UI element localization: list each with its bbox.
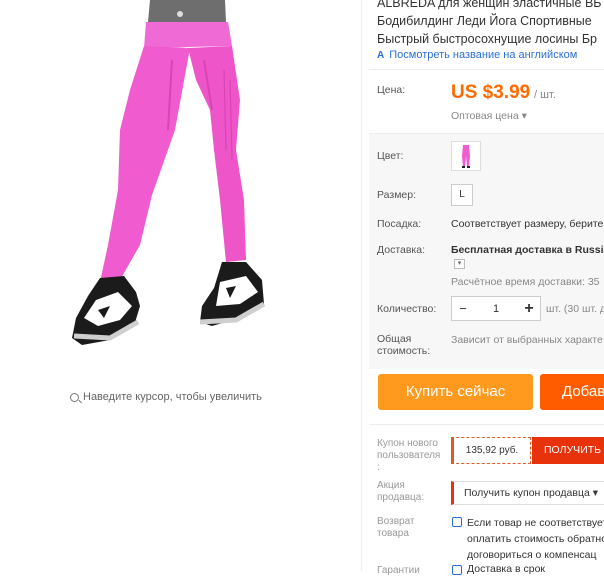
fit-label: Посадка:: [377, 218, 422, 230]
magnifier-icon: [70, 392, 79, 402]
get-coupon-button[interactable]: ПОЛУЧИТЬ: [532, 437, 604, 464]
divider: [369, 424, 604, 425]
shipping-label: Доставка:: [377, 244, 426, 256]
quantity-input[interactable]: 1: [474, 303, 518, 315]
delivery-estimate: Расчётное время доставки: 35: [451, 276, 600, 288]
guarantee-text: Доставка в срок: [467, 563, 546, 575]
size-label: Размер:: [377, 189, 417, 201]
chevron-down-icon[interactable]: ▾: [454, 259, 465, 269]
total-value: Зависит от выбранных характе: [451, 334, 603, 346]
guarantee-icon: [452, 565, 462, 575]
label-line: продавца:: [377, 492, 425, 503]
leggings-left-leg: [100, 46, 190, 282]
price-label: Цена:: [377, 84, 406, 96]
label-line: товара: [377, 528, 409, 539]
zoom-hint-text: Наведите курсор, чтобы увеличить: [83, 391, 262, 403]
decrease-button[interactable]: −: [452, 301, 474, 316]
product-main-image[interactable]: [0, 0, 360, 380]
seller-promo-label: Акция продавца:: [377, 480, 424, 504]
label-line: Акция: [377, 480, 405, 491]
quantity-available: шт. (30 шт. д: [546, 303, 604, 315]
leggings-right-leg: [188, 46, 246, 262]
product-title-line: Быстрый быстросохнущие лосины Бр: [377, 32, 598, 46]
quantity-label: Количество:: [377, 303, 437, 315]
translate-icon: A: [377, 49, 385, 61]
right-sneaker: [199, 262, 266, 326]
new-user-coupon-label: Купон нового пользователя :: [377, 438, 440, 474]
color-swatch-pink[interactable]: [451, 141, 481, 171]
price-unit: / шт.: [534, 89, 556, 101]
color-label: Цвет:: [377, 150, 404, 162]
seller-coupon-dropdown[interactable]: Получить купон продавца ▾: [451, 481, 604, 505]
return-policy-icon: [452, 517, 462, 527]
fit-value: Соответствует размеру, берите: [451, 218, 604, 230]
buy-now-button[interactable]: Купить сейчас: [378, 374, 533, 410]
total-label-line: стоимость:: [377, 345, 431, 357]
divider: [369, 69, 604, 70]
quantity-stepper[interactable]: − 1 +: [451, 296, 541, 321]
size-option-l[interactable]: L: [451, 184, 473, 206]
product-title-line: ALBREDA для женщин эластичные ВЬ: [377, 0, 602, 10]
new-user-coupon-amount: 135,92 руб.: [451, 437, 531, 464]
guarantee-label: Гарантии: [377, 565, 420, 576]
add-to-cart-button[interactable]: Добав: [540, 374, 604, 410]
translate-title-link[interactable]: A Посмотреть название на английском: [377, 49, 577, 61]
waistband-shape: [144, 22, 232, 48]
left-sneaker: [72, 276, 140, 345]
price-value: US $3.99: [451, 82, 531, 103]
return-policy-text: Если товар не соответствует оплатить сто…: [467, 515, 604, 563]
column-divider: [361, 0, 362, 571]
swatch-thumbnail: [462, 145, 470, 168]
product-title-line: Бодибилдинг Леди Йога Спортивные: [377, 14, 592, 28]
total-label-line: Общая: [377, 333, 412, 345]
label-line: пользователя: [377, 450, 441, 461]
return-line: оплатить стоимость обратно: [467, 533, 604, 545]
return-label: Возврат товара: [377, 516, 415, 540]
label-line: Купон нового: [377, 438, 438, 449]
label-line: :: [377, 462, 380, 473]
translate-link-text[interactable]: Посмотреть название на английском: [389, 49, 577, 61]
shipping-value[interactable]: Бесплатная доставка в Russia: [451, 244, 604, 256]
zoom-hint: Наведите курсор, чтобы увеличить: [70, 391, 262, 403]
increase-button[interactable]: +: [518, 300, 540, 318]
wholesale-price-toggle[interactable]: Оптовая цена ▾: [451, 110, 527, 122]
shirt-logo: [177, 11, 183, 17]
total-label: Общая стоимость:: [377, 333, 430, 357]
return-line: Если товар не соответствует: [467, 517, 604, 529]
label-line: Возврат: [377, 516, 415, 527]
product-title: ALBREDA для женщин эластичные ВЬ Бодибил…: [377, 0, 604, 48]
return-line: договориться о компенсац: [467, 549, 597, 561]
